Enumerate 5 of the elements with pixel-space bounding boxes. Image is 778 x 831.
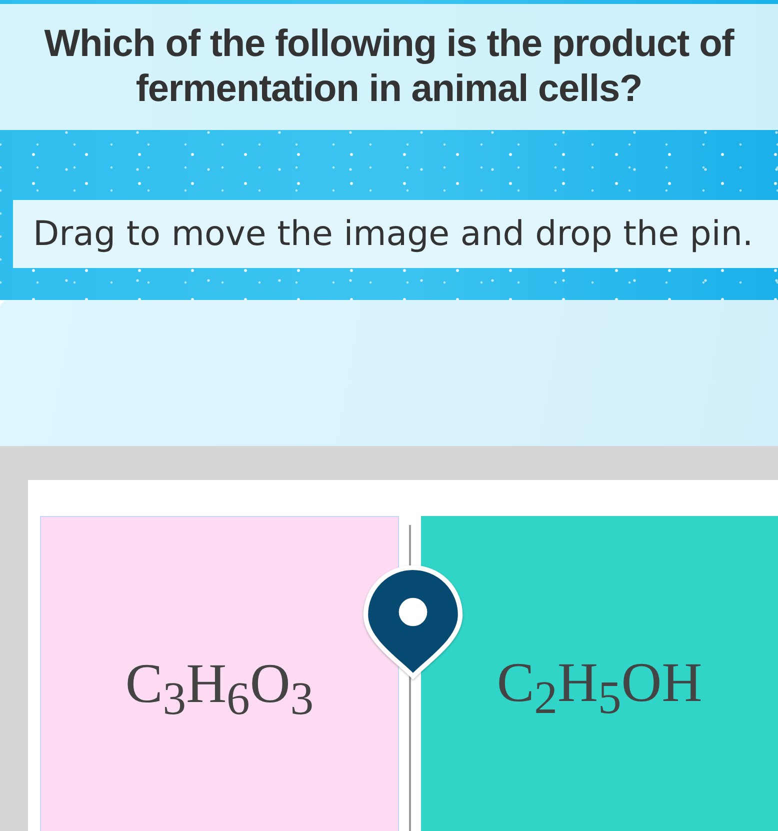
instruction-text: Drag to move the image and drop the pin.	[33, 214, 754, 254]
formula-text: C$_{3}$H$_{6}$O$_{3}$	[125, 652, 314, 728]
image-card[interactable]: C$_{3}$H$_{6}$O$_{3}$ C$_{2}$H$_{5}$OH	[28, 480, 778, 831]
question-text: Which of the following is the product of fermentation in animal cells?	[43, 22, 736, 112]
formula-text: C$_{2}$H$_{5}$OH	[496, 651, 702, 727]
